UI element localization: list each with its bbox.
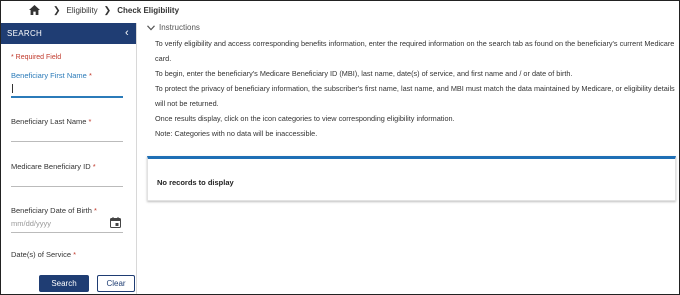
last-name-input-underline [11,141,123,142]
instructions-title: Instructions [159,23,200,32]
instruction-paragraph: To begin, enter the beneficiary's Medica… [155,69,573,78]
mbi-field[interactable]: Medicare Beneficiary ID * [11,162,123,187]
mbi-label: Medicare Beneficiary ID * [11,162,96,171]
home-icon[interactable] [29,5,40,15]
search-button[interactable]: Search [39,275,89,292]
dob-placeholder: mm/dd/yyyy [11,219,52,228]
results-panel: No records to display [147,156,676,201]
clear-button[interactable]: Clear [97,275,135,292]
breadcrumb-check-eligibility: Check Eligibility [117,5,180,15]
dob-field[interactable]: Beneficiary Date of Birth * mm/dd/yyyy [11,206,123,233]
chevron-left-icon[interactable]: ‹ [125,28,129,39]
calendar-icon[interactable] [110,217,121,228]
last-name-field[interactable]: Beneficiary Last Name * [11,117,123,142]
main-content: Instructions To verify eligibility and a… [147,23,677,141]
instruction-paragraph: Note: Categories with no data will be in… [155,129,318,138]
chevron-right-icon: ❯ [53,4,61,15]
breadcrumb: ❯ Eligibility ❯ Check Eligibility [1,1,679,19]
date-of-service-label: Date(s) of Service * [11,250,77,259]
form-actions: Search Clear [39,275,135,292]
date-of-service-field[interactable]: Date(s) of Service * [11,250,123,259]
instructions-toggle[interactable]: Instructions [147,23,677,32]
chevron-right-icon: ❯ [103,4,112,15]
instruction-paragraph: To protect the privacy of beneficiary in… [155,84,675,108]
first-name-field[interactable]: Beneficiary First Name * [11,71,123,98]
text-cursor [12,84,13,93]
last-name-label: Beneficiary Last Name * [11,117,92,126]
chevron-down-icon [147,24,155,30]
instructions-body: To verify eligibility and access corresp… [155,36,680,141]
instruction-paragraph: To verify eligibility and access corresp… [155,39,675,63]
sidebar-header: SEARCH ‹ [1,23,136,44]
dob-label: Beneficiary Date of Birth * [11,206,97,215]
first-name-input-underline [11,96,123,98]
sidebar-title: SEARCH [7,29,43,38]
search-sidebar: SEARCH ‹ * Required Field Beneficiary Fi… [1,23,137,294]
first-name-label: Beneficiary First Name * [11,71,92,80]
instruction-paragraph: Once results display, click on the icon … [155,114,455,123]
required-field-note: * Required Field [11,54,62,61]
mbi-input-underline [11,186,123,187]
breadcrumb-eligibility[interactable]: Eligibility [67,6,98,15]
dob-input-underline [11,232,123,233]
no-records-message: No records to display [157,178,234,187]
